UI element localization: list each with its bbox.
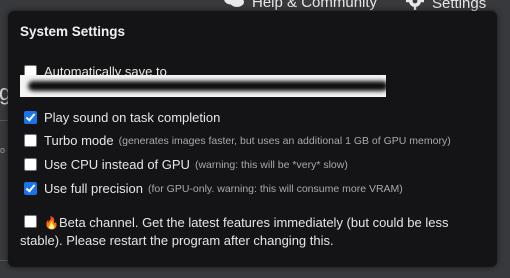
settings-label: Settings bbox=[432, 0, 487, 12]
turbo-mode-hint: (generates images faster, but uses an ad… bbox=[118, 134, 451, 147]
play-sound-label: Play sound on task completion bbox=[44, 110, 221, 125]
use-cpu-label: Use CPU instead of GPU bbox=[44, 157, 190, 172]
turbo-mode-label: Turbo mode bbox=[44, 133, 114, 148]
turbo-mode-option: Turbo mode (generates images faster, but… bbox=[24, 133, 451, 148]
use-cpu-option: Use CPU instead of GPU (warning: this wi… bbox=[24, 157, 348, 172]
use-cpu-checkbox[interactable] bbox=[24, 158, 37, 171]
play-sound-option: Play sound on task completion bbox=[24, 110, 220, 125]
full-precision-option: Use full precision (for GPU-only. warnin… bbox=[24, 181, 403, 196]
redacted-path bbox=[28, 81, 388, 91]
system-settings-panel: System Settings Automatically save to Pl… bbox=[8, 11, 497, 267]
beta-channel-option: 🔥Beta channel. Get the latest features i… bbox=[20, 214, 490, 249]
play-sound-checkbox[interactable] bbox=[24, 111, 37, 124]
save-path-field[interactable] bbox=[20, 75, 388, 97]
panel-title: System Settings bbox=[20, 24, 126, 39]
background-text-fragment-small: o bbox=[0, 145, 6, 155]
help-community-label: Help & Community bbox=[252, 0, 378, 11]
use-cpu-hint: (warning: this will be *very* slow) bbox=[194, 158, 348, 171]
full-precision-hint: (for GPU-only. warning: this will consum… bbox=[148, 182, 403, 195]
fire-icon: 🔥 bbox=[44, 216, 59, 230]
beta-channel-checkbox[interactable] bbox=[24, 215, 37, 228]
full-precision-label: Use full precision bbox=[44, 181, 143, 196]
beta-channel-label: Beta channel. Get the latest features im… bbox=[20, 215, 449, 248]
full-precision-checkbox[interactable] bbox=[24, 182, 37, 195]
turbo-mode-checkbox[interactable] bbox=[24, 134, 37, 147]
